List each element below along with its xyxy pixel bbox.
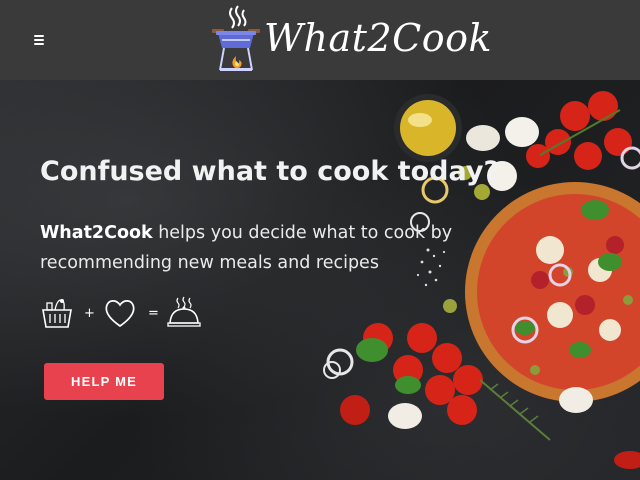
hero-description: What2Cook helps you decide what to cook … bbox=[40, 218, 460, 278]
help-me-button[interactable]: HELP ME bbox=[44, 363, 164, 400]
top-header: What2Cook bbox=[0, 0, 640, 80]
hamburger-menu-icon[interactable] bbox=[32, 33, 46, 47]
hero-section: Confused what to cook today? What2Cook h… bbox=[0, 80, 640, 480]
pizza-ingredients-image bbox=[323, 91, 640, 469]
logo-text: What2Cook bbox=[264, 16, 492, 60]
logo[interactable]: What2Cook bbox=[210, 4, 492, 76]
grocery-basket-icon bbox=[42, 299, 72, 328]
brand-name: What2Cook bbox=[40, 223, 153, 243]
hero-title: Confused what to cook today? bbox=[40, 156, 500, 187]
serving-cloche-icon bbox=[167, 296, 201, 327]
page: What2Cook Confused what to cook today? W… bbox=[0, 0, 640, 480]
equals-sign: = bbox=[148, 306, 159, 321]
plus-sign: + bbox=[84, 306, 95, 321]
heart-icon bbox=[105, 300, 135, 328]
cooking-pot-on-fire-icon bbox=[212, 5, 260, 71]
